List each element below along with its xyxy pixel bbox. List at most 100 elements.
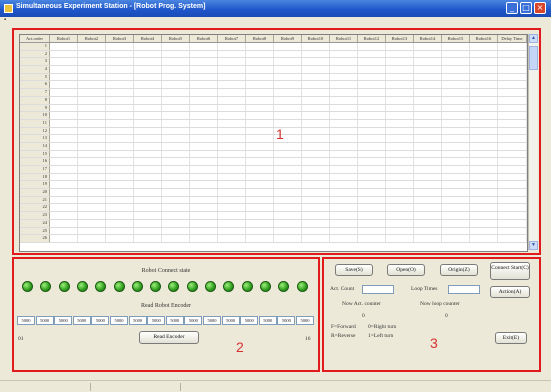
grid-cell[interactable] [302, 66, 330, 73]
grid-cell[interactable] [190, 89, 218, 96]
grid-cell[interactable] [330, 227, 358, 235]
menu-grip-icon[interactable]: ▪ [4, 17, 6, 23]
grid-cell[interactable] [414, 158, 442, 165]
grid-cell[interactable] [330, 89, 358, 96]
grid-column-header[interactable]: Robot13 [386, 35, 414, 42]
grid-cell[interactable] [78, 127, 106, 135]
grid-column-header[interactable]: Robot11 [330, 35, 358, 42]
grid-cell[interactable] [498, 142, 527, 150]
connect-start-button[interactable]: Connect Start(C) [490, 262, 530, 280]
grid-cell[interactable] [414, 66, 442, 73]
grid-cell[interactable] [78, 235, 106, 242]
grid-cell[interactable] [274, 181, 302, 189]
grid-cell[interactable] [274, 89, 302, 96]
grid-column-header[interactable]: Robot6 [190, 35, 218, 42]
grid-cell[interactable] [106, 89, 134, 96]
grid-cell[interactable] [134, 43, 162, 50]
grid-cell[interactable] [470, 119, 498, 127]
grid-cell[interactable] [134, 127, 162, 135]
grid-column-header[interactable]: Robot10 [302, 35, 330, 42]
encoder-value-field[interactable]: 5000 [184, 316, 203, 325]
grid-cell[interactable] [358, 166, 386, 173]
grid-cell[interactable] [218, 189, 246, 196]
grid-cell[interactable] [386, 66, 414, 73]
grid-cell[interactable] [330, 212, 358, 219]
grid-cell[interactable] [498, 212, 527, 219]
grid-cell[interactable] [106, 219, 134, 227]
grid-cell[interactable] [246, 135, 274, 142]
grid-cell[interactable] [358, 89, 386, 96]
grid-cell[interactable] [50, 212, 78, 219]
grid-cell[interactable] [386, 119, 414, 127]
grid-cell[interactable] [414, 235, 442, 242]
grid-row[interactable]: 20 [20, 189, 527, 197]
grid-cell[interactable] [330, 235, 358, 242]
grid-cell[interactable] [414, 212, 442, 219]
encoder-value-field[interactable]: 5000 [72, 316, 91, 325]
grid-cell[interactable] [386, 73, 414, 81]
grid-cell[interactable] [386, 142, 414, 150]
grid-cell[interactable] [330, 50, 358, 58]
grid-cell[interactable] [414, 43, 442, 50]
grid-cell[interactable] [274, 204, 302, 212]
grid-cell[interactable] [134, 104, 162, 112]
grid-cell[interactable] [78, 112, 106, 119]
grid-cell[interactable] [302, 127, 330, 135]
grid-cell[interactable] [50, 43, 78, 50]
grid-cell[interactable] [162, 43, 190, 50]
grid-row[interactable]: 3 [20, 58, 527, 67]
grid-cell[interactable] [498, 227, 527, 235]
grid-cell[interactable] [358, 104, 386, 112]
grid-column-header[interactable]: Robot8 [246, 35, 274, 42]
grid-cell[interactable] [162, 227, 190, 235]
grid-column-header[interactable]: Act.order [20, 35, 50, 42]
grid-cell[interactable] [106, 135, 134, 142]
grid-cell[interactable] [302, 204, 330, 212]
grid-cell[interactable] [190, 196, 218, 204]
grid-cell[interactable] [134, 142, 162, 150]
grid-cell[interactable] [470, 227, 498, 235]
grid-cell[interactable] [106, 204, 134, 212]
grid-cell[interactable] [330, 127, 358, 135]
grid-cell[interactable] [134, 119, 162, 127]
grid-cell[interactable] [498, 158, 527, 165]
grid-cell[interactable] [162, 96, 190, 104]
grid-cell[interactable] [246, 96, 274, 104]
grid-cell[interactable] [218, 104, 246, 112]
grid-cell[interactable] [246, 112, 274, 119]
grid-cell[interactable] [162, 212, 190, 219]
grid-cell[interactable] [274, 81, 302, 89]
grid-cell[interactable] [386, 81, 414, 89]
grid-cell[interactable] [302, 104, 330, 112]
grid-cell[interactable] [442, 127, 470, 135]
grid-cell[interactable] [358, 150, 386, 158]
grid-cell[interactable] [470, 81, 498, 89]
grid-cell[interactable] [134, 89, 162, 96]
grid-cell[interactable] [358, 142, 386, 150]
grid-cell[interactable] [386, 127, 414, 135]
grid-row[interactable]: 23 [20, 212, 527, 220]
grid-cell[interactable] [442, 189, 470, 196]
grid-cell[interactable] [78, 219, 106, 227]
grid-cell[interactable] [246, 89, 274, 96]
grid-row[interactable]: 9 [20, 104, 527, 113]
grid-cell[interactable] [50, 204, 78, 212]
grid-cell[interactable] [470, 181, 498, 189]
grid-cell[interactable] [414, 127, 442, 135]
grid-cell[interactable] [162, 112, 190, 119]
grid-cell[interactable] [218, 235, 246, 242]
grid-cell[interactable] [134, 227, 162, 235]
grid-cell[interactable] [442, 173, 470, 181]
grid-cell[interactable] [246, 81, 274, 89]
grid-cell[interactable] [330, 119, 358, 127]
grid-cell[interactable] [470, 66, 498, 73]
grid-cell[interactable] [106, 96, 134, 104]
grid-cell[interactable] [218, 66, 246, 73]
loop-times-input[interactable] [448, 285, 480, 294]
grid-cell[interactable] [50, 50, 78, 58]
grid-column-header[interactable]: Robot4 [134, 35, 162, 42]
grid-cell[interactable] [162, 150, 190, 158]
grid-cell[interactable] [414, 227, 442, 235]
grid-cell[interactable] [50, 81, 78, 89]
grid-cell[interactable] [330, 135, 358, 142]
